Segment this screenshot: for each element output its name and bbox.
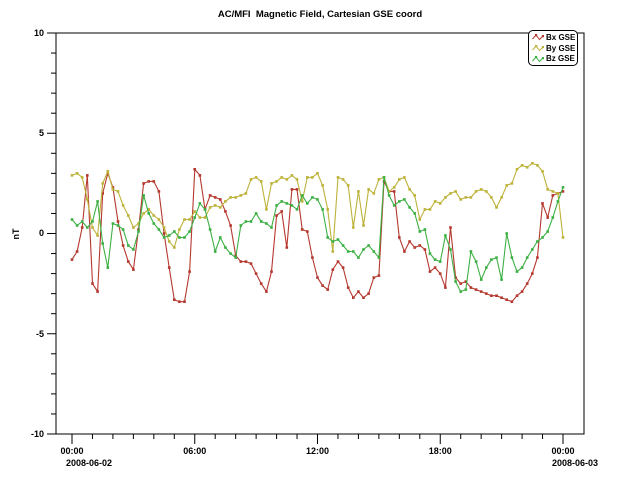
legend-item-bz: Bz GSE (532, 53, 577, 64)
x-axis-date-start: 2008-06-02 (66, 458, 156, 469)
legend-label-bz: Bz GSE (546, 54, 575, 63)
x-tick-label-0000a: 00:00 (42, 446, 102, 457)
plot-canvas (0, 0, 640, 480)
y-tick-label-neg10: -10 (1, 429, 44, 440)
x-tick-label-1800: 18:00 (410, 446, 470, 457)
x-axis-date-end: 2008-06-03 (552, 458, 640, 469)
by-line-sample-icon (532, 44, 544, 52)
y-tick-label-0: 0 (1, 228, 44, 239)
y-tick-label-neg5: -5 (1, 329, 44, 340)
bz-line-sample-icon (532, 55, 544, 63)
legend-item-bx: Bx GSE (532, 32, 577, 43)
bx-line-sample-icon (532, 33, 544, 41)
x-tick-label-0600: 06:00 (165, 446, 225, 457)
legend-label-bx: Bx GSE (546, 33, 575, 42)
y-tick-label-10: 10 (1, 28, 44, 39)
legend-label-by: By GSE (546, 44, 575, 53)
legend-item-by: By GSE (532, 43, 577, 54)
chart-title: AC/MFI Magnetic Field, Cartesian GSE coo… (56, 9, 584, 20)
y-tick-label-5: 5 (1, 128, 44, 139)
legend: Bx GSE By GSE Bz GSE (528, 30, 578, 66)
magnetic-field-plot-window: { "title": "AC/MFI Magnetic Field, Carte… (0, 0, 640, 480)
x-tick-label-1200: 12:00 (288, 446, 348, 457)
x-tick-label-0000b: 00:00 (533, 446, 593, 457)
